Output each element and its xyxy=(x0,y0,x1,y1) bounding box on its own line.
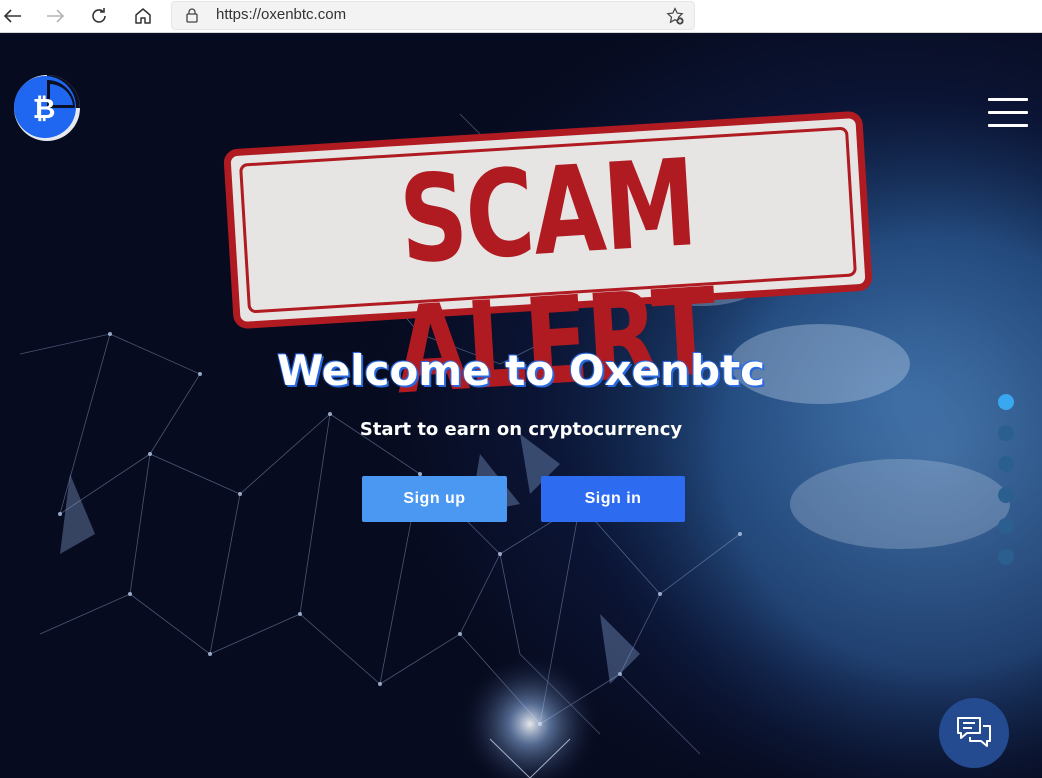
chat-bubbles-icon xyxy=(957,717,991,747)
slider-dot[interactable] xyxy=(998,549,1014,565)
menu-hamburger-icon[interactable] xyxy=(986,95,1030,129)
address-bar[interactable]: https://oxenbtc.com xyxy=(171,1,695,30)
back-arrow-icon[interactable] xyxy=(0,3,26,29)
sign-up-button[interactable]: Sign up xyxy=(362,476,507,522)
browser-toolbar: https://oxenbtc.com xyxy=(0,0,1042,33)
scam-alert-stamp: SCAM ALERT xyxy=(223,110,873,421)
hero-subtitle: Start to earn on cryptocurrency xyxy=(359,419,683,440)
slider-dot[interactable] xyxy=(998,487,1014,503)
reload-icon[interactable] xyxy=(86,3,112,29)
hero-title: Welcome to Oxenbtc xyxy=(276,346,766,395)
hero-section: ₿ SCAM ALERT Welcome to Oxenbtc Start to… xyxy=(0,34,1042,778)
slider-dot[interactable] xyxy=(998,394,1014,410)
slider-dot[interactable] xyxy=(998,425,1014,441)
lock-icon[interactable] xyxy=(186,8,198,27)
home-icon[interactable] xyxy=(130,3,156,29)
svg-text:₿: ₿ xyxy=(33,92,56,125)
slider-dot[interactable] xyxy=(998,456,1014,472)
sign-in-button[interactable]: Sign in xyxy=(541,476,685,522)
favorite-add-icon[interactable] xyxy=(666,7,685,30)
chat-button[interactable] xyxy=(939,698,1009,768)
slider-dot[interactable] xyxy=(998,518,1014,534)
site-logo[interactable]: ₿ xyxy=(13,74,81,142)
url-text[interactable]: https://oxenbtc.com xyxy=(216,6,346,23)
forward-arrow-icon[interactable] xyxy=(42,3,68,29)
